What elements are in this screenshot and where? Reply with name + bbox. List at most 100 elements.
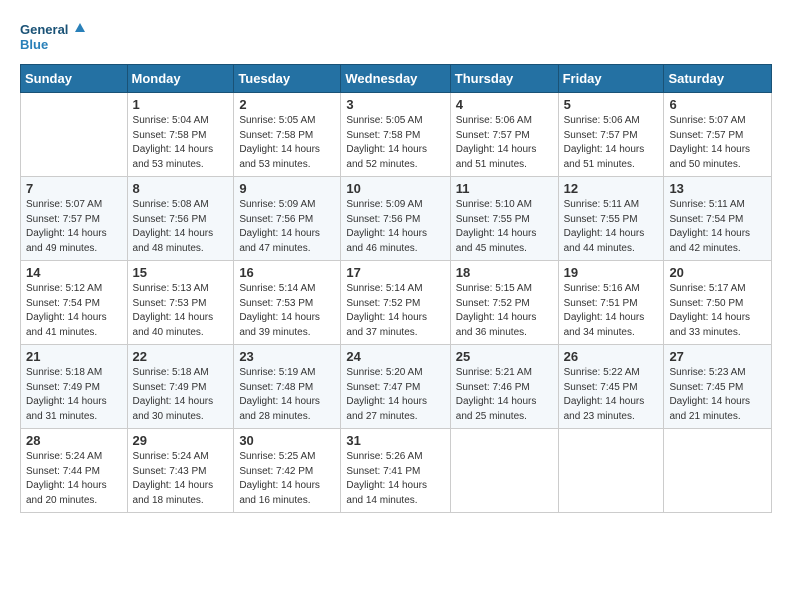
calendar-cell: 10Sunrise: 5:09 AM Sunset: 7:56 PM Dayli… <box>341 177 450 261</box>
weekday-tuesday: Tuesday <box>234 65 341 93</box>
day-info: Sunrise: 5:04 AM Sunset: 7:58 PM Dayligh… <box>133 114 229 172</box>
day-info: Sunrise: 5:26 AM Sunset: 7:41 PM Dayligh… <box>346 450 444 508</box>
day-info: Sunrise: 5:07 AM Sunset: 7:57 PM Dayligh… <box>669 114 766 172</box>
calendar-cell: 29Sunrise: 5:24 AM Sunset: 7:43 PM Dayli… <box>127 429 234 513</box>
calendar-cell: 27 Sunrise: 5:23 AM Sunset: 7:45 PM Dayli… <box>664 345 772 429</box>
weekday-header-row: SundayMondayTuesdayWednesdayThursdayFrid… <box>21 65 772 93</box>
calendar-cell: 16 Sunrise: 5:14 AM Sunset: 7:53 PM Dayli… <box>234 261 341 345</box>
weekday-wednesday: Wednesday <box>341 65 450 93</box>
day-number: 1 <box>133 97 229 112</box>
calendar-cell: 5Sunrise: 5:06 AM Sunset: 7:57 PM Daylig… <box>558 93 664 177</box>
day-number: 12 <box>564 181 659 196</box>
calendar: SundayMondayTuesdayWednesdayThursdayFrid… <box>20 64 772 513</box>
day-info: Sunrise: 5:22 AM Sunset: 7:45 PM Dayligh… <box>564 366 659 424</box>
calendar-cell: 14 Sunrise: 5:12 AM Sunset: 7:54 PM Dayli… <box>21 261 128 345</box>
weekday-sunday: Sunday <box>21 65 128 93</box>
weekday-friday: Friday <box>558 65 664 93</box>
calendar-cell: 6 Sunrise: 5:07 AM Sunset: 7:57 PM Daylig… <box>664 93 772 177</box>
day-info: Sunrise: 5:15 AM Sunset: 7:52 PM Dayligh… <box>456 282 553 340</box>
calendar-cell: 1 Sunrise: 5:04 AM Sunset: 7:58 PM Daylig… <box>127 93 234 177</box>
day-number: 26 <box>564 349 659 364</box>
day-number: 9 <box>239 181 335 196</box>
weekday-saturday: Saturday <box>664 65 772 93</box>
day-info: Sunrise: 5:10 AM Sunset: 7:55 PM Dayligh… <box>456 198 553 256</box>
day-info: Sunrise: 5:09 AM Sunset: 7:56 PM Dayligh… <box>346 198 444 256</box>
svg-text:General: General <box>20 22 68 37</box>
calendar-cell: 26 Sunrise: 5:22 AM Sunset: 7:45 PM Dayli… <box>558 345 664 429</box>
day-info: Sunrise: 5:13 AM Sunset: 7:53 PM Dayligh… <box>133 282 229 340</box>
calendar-cell: 18 Sunrise: 5:15 AM Sunset: 7:52 PM Dayli… <box>450 261 558 345</box>
calendar-cell: 4 Sunrise: 5:06 AM Sunset: 7:57 PM Daylig… <box>450 93 558 177</box>
day-info: Sunrise: 5:06 AM Sunset: 7:57 PM Dayligh… <box>456 114 553 172</box>
day-info: Sunrise: 5:25 AM Sunset: 7:42 PM Dayligh… <box>239 450 335 508</box>
calendar-cell <box>450 429 558 513</box>
day-info: Sunrise: 5:08 AM Sunset: 7:56 PM Dayligh… <box>133 198 229 256</box>
day-number: 25 <box>456 349 553 364</box>
week-row-3: 14 Sunrise: 5:12 AM Sunset: 7:54 PM Dayli… <box>21 261 772 345</box>
day-number: 21 <box>26 349 122 364</box>
calendar-cell: 25 Sunrise: 5:21 AM Sunset: 7:46 PM Dayli… <box>450 345 558 429</box>
day-number: 15 <box>133 265 229 280</box>
day-info: Sunrise: 5:05 AM Sunset: 7:58 PM Dayligh… <box>239 114 335 172</box>
calendar-cell: 30 Sunrise: 5:25 AM Sunset: 7:42 PM Dayli… <box>234 429 341 513</box>
day-info: Sunrise: 5:23 AM Sunset: 7:45 PM Dayligh… <box>669 366 766 424</box>
calendar-cell: 15 Sunrise: 5:13 AM Sunset: 7:53 PM Dayli… <box>127 261 234 345</box>
day-number: 23 <box>239 349 335 364</box>
calendar-cell: 22 Sunrise: 5:18 AM Sunset: 7:49 PM Dayli… <box>127 345 234 429</box>
day-number: 28 <box>26 433 122 448</box>
day-info: Sunrise: 5:16 AM Sunset: 7:51 PM Dayligh… <box>564 282 659 340</box>
day-number: 31 <box>346 433 444 448</box>
day-info: Sunrise: 5:24 AM Sunset: 7:44 PM Dayligh… <box>26 450 122 508</box>
calendar-cell: 12Sunrise: 5:11 AM Sunset: 7:55 PM Dayli… <box>558 177 664 261</box>
day-info: Sunrise: 5:07 AM Sunset: 7:57 PM Dayligh… <box>26 198 122 256</box>
day-number: 30 <box>239 433 335 448</box>
calendar-cell: 9 Sunrise: 5:09 AM Sunset: 7:56 PM Daylig… <box>234 177 341 261</box>
day-info: Sunrise: 5:17 AM Sunset: 7:50 PM Dayligh… <box>669 282 766 340</box>
day-info: Sunrise: 5:18 AM Sunset: 7:49 PM Dayligh… <box>133 366 229 424</box>
day-info: Sunrise: 5:06 AM Sunset: 7:57 PM Dayligh… <box>564 114 659 172</box>
day-number: 17 <box>346 265 444 280</box>
logo-icon: GeneralBlue <box>20 18 90 54</box>
day-info: Sunrise: 5:14 AM Sunset: 7:53 PM Dayligh… <box>239 282 335 340</box>
svg-text:Blue: Blue <box>20 37 48 52</box>
calendar-cell: 31 Sunrise: 5:26 AM Sunset: 7:41 PM Dayli… <box>341 429 450 513</box>
week-row-5: 28 Sunrise: 5:24 AM Sunset: 7:44 PM Dayli… <box>21 429 772 513</box>
day-info: Sunrise: 5:21 AM Sunset: 7:46 PM Dayligh… <box>456 366 553 424</box>
calendar-cell: 28 Sunrise: 5:24 AM Sunset: 7:44 PM Dayli… <box>21 429 128 513</box>
calendar-cell: 24Sunrise: 5:20 AM Sunset: 7:47 PM Dayli… <box>341 345 450 429</box>
calendar-cell <box>21 93 128 177</box>
calendar-cell: 19Sunrise: 5:16 AM Sunset: 7:51 PM Dayli… <box>558 261 664 345</box>
day-number: 16 <box>239 265 335 280</box>
day-number: 27 <box>669 349 766 364</box>
day-number: 13 <box>669 181 766 196</box>
day-number: 22 <box>133 349 229 364</box>
day-info: Sunrise: 5:12 AM Sunset: 7:54 PM Dayligh… <box>26 282 122 340</box>
header: GeneralBlue <box>20 18 772 54</box>
day-number: 24 <box>346 349 444 364</box>
calendar-cell: 2Sunrise: 5:05 AM Sunset: 7:58 PM Daylig… <box>234 93 341 177</box>
calendar-cell: 11Sunrise: 5:10 AM Sunset: 7:55 PM Dayli… <box>450 177 558 261</box>
day-number: 8 <box>133 181 229 196</box>
day-number: 20 <box>669 265 766 280</box>
day-info: Sunrise: 5:19 AM Sunset: 7:48 PM Dayligh… <box>239 366 335 424</box>
calendar-cell: 7 Sunrise: 5:07 AM Sunset: 7:57 PM Daylig… <box>21 177 128 261</box>
day-number: 7 <box>26 181 122 196</box>
calendar-cell <box>558 429 664 513</box>
logo: GeneralBlue <box>20 18 94 54</box>
day-number: 6 <box>669 97 766 112</box>
day-number: 14 <box>26 265 122 280</box>
week-row-4: 21 Sunrise: 5:18 AM Sunset: 7:49 PM Dayli… <box>21 345 772 429</box>
day-number: 4 <box>456 97 553 112</box>
weekday-monday: Monday <box>127 65 234 93</box>
calendar-cell: 17 Sunrise: 5:14 AM Sunset: 7:52 PM Dayli… <box>341 261 450 345</box>
week-row-2: 7 Sunrise: 5:07 AM Sunset: 7:57 PM Daylig… <box>21 177 772 261</box>
page: GeneralBlue SundayMondayTuesdayWednesday… <box>0 0 792 612</box>
calendar-cell: 21Sunrise: 5:18 AM Sunset: 7:49 PM Dayli… <box>21 345 128 429</box>
day-number: 29 <box>133 433 229 448</box>
calendar-cell: 23 Sunrise: 5:19 AM Sunset: 7:48 PM Dayli… <box>234 345 341 429</box>
day-info: Sunrise: 5:05 AM Sunset: 7:58 PM Dayligh… <box>346 114 444 172</box>
calendar-cell <box>664 429 772 513</box>
day-info: Sunrise: 5:09 AM Sunset: 7:56 PM Dayligh… <box>239 198 335 256</box>
day-number: 18 <box>456 265 553 280</box>
day-info: Sunrise: 5:14 AM Sunset: 7:52 PM Dayligh… <box>346 282 444 340</box>
